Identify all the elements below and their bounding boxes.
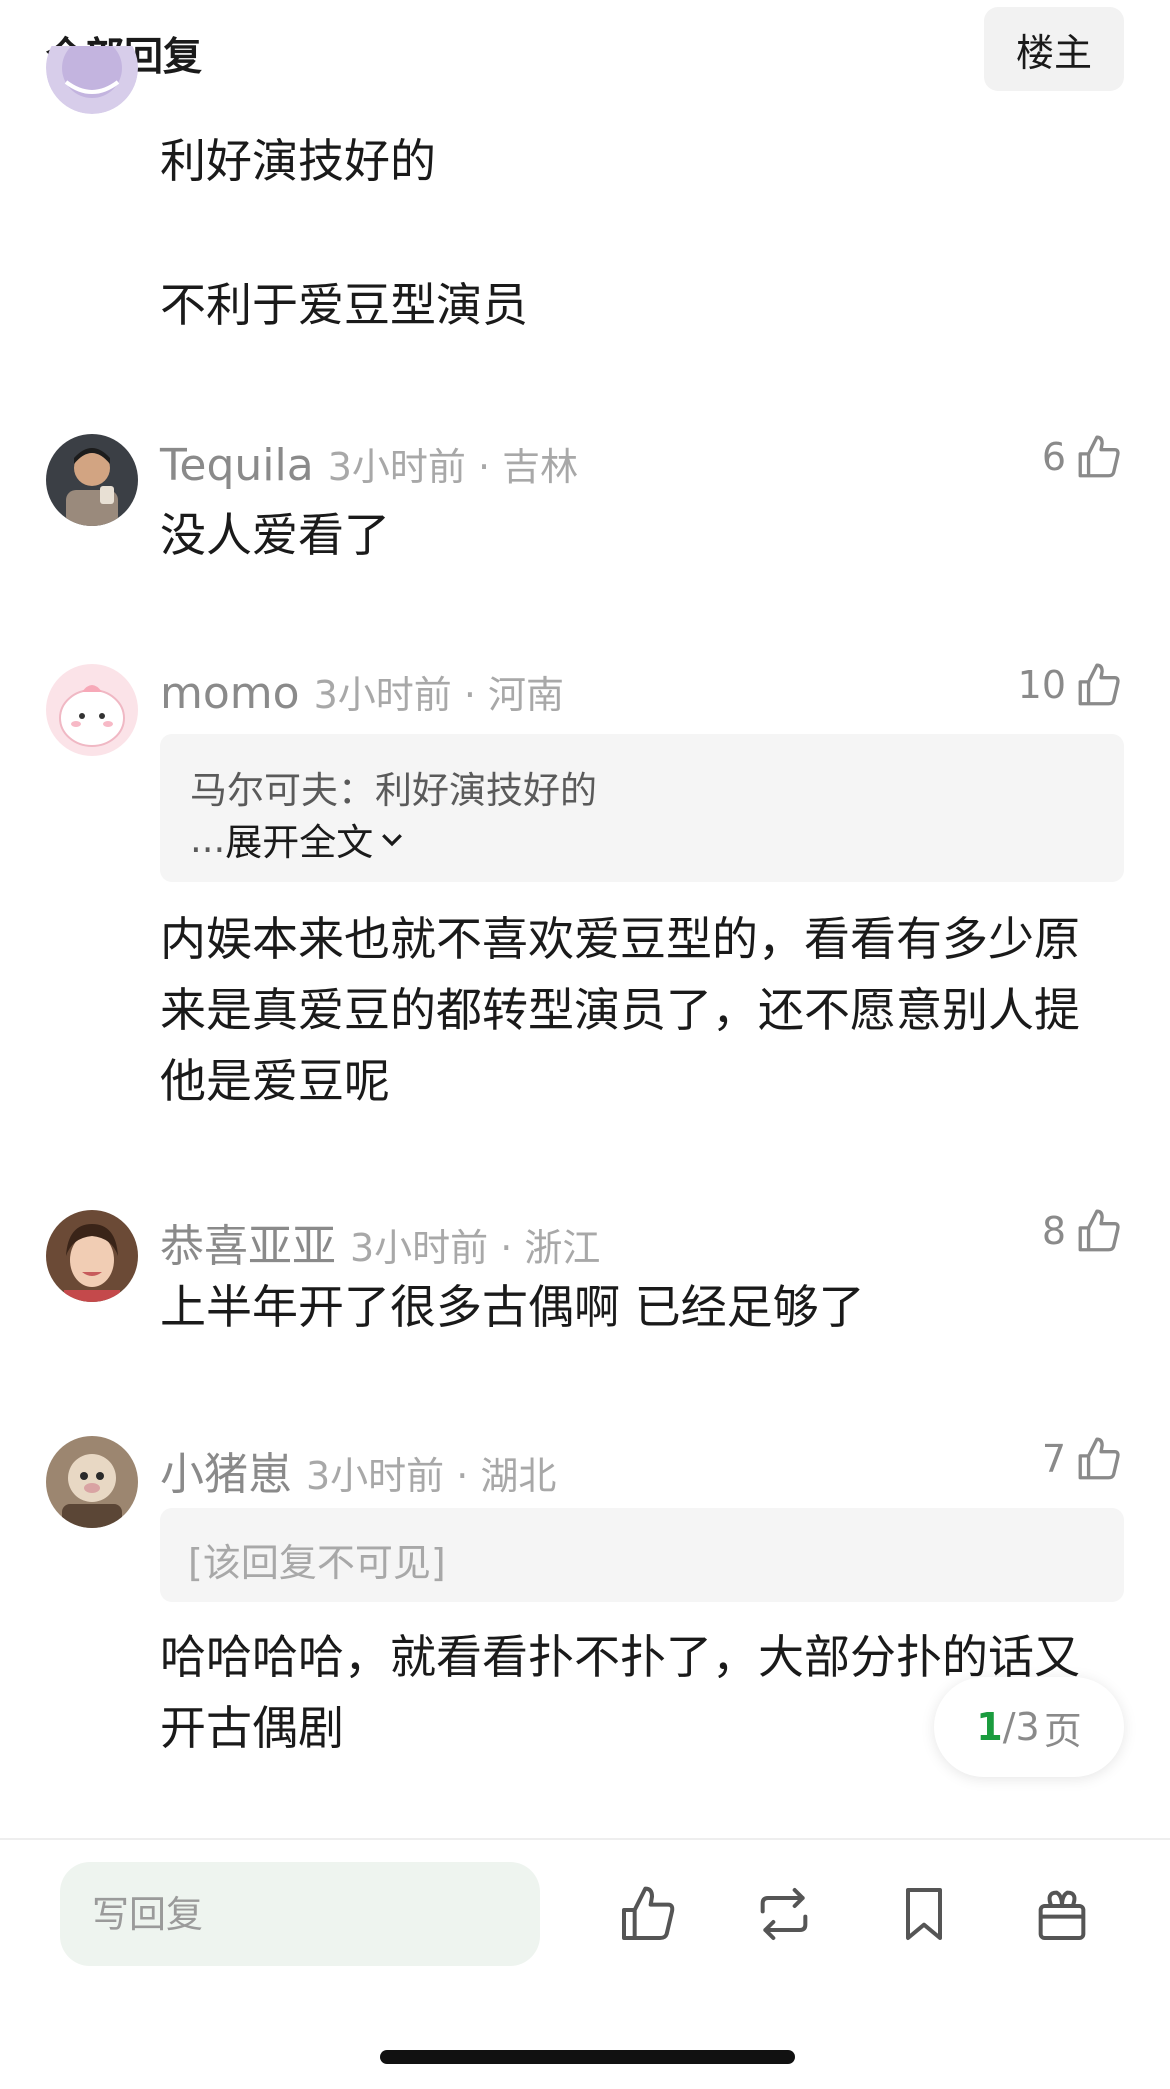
- comment-thread-page: 全部回复 楼主 利好演技好的 不利于爱豆型演员 Tequila 3小时前 · 吉…: [0, 0, 1170, 2089]
- home-indicator: [380, 2050, 795, 2064]
- like-count: 7: [1041, 1437, 1066, 1481]
- quote-text: 马尔可夫：利好演技好的: [190, 760, 597, 814]
- comment-user-line: momo 3小时前 · 河南: [160, 664, 564, 719]
- comment-user-line: Tequila 3小时前 · 吉林: [160, 436, 578, 491]
- avatar[interactable]: [46, 664, 138, 756]
- expand-full-text-link[interactable]: ... 展开全文: [190, 812, 407, 866]
- like-count: 6: [1041, 435, 1066, 479]
- comment-meta: 3小时前 · 湖北: [306, 1454, 557, 1498]
- hidden-reply-box: [该回复不可见]: [160, 1508, 1124, 1602]
- quote-content: 利好演技好的: [375, 769, 597, 812]
- thumbs-up-icon: [1078, 1209, 1120, 1252]
- avatar[interactable]: [46, 46, 138, 114]
- like-button[interactable]: 8: [1042, 1206, 1124, 1256]
- thumbs-up-icon: [1078, 663, 1120, 706]
- comment-user-line: 恭喜亚亚 3小时前 · 浙江: [160, 1210, 600, 1274]
- total-pages: /3: [1002, 1705, 1040, 1749]
- username[interactable]: 小猪崽: [160, 1438, 292, 1502]
- like-button[interactable]: 10: [1018, 660, 1124, 710]
- gift-icon: [1038, 1890, 1086, 1940]
- username[interactable]: 恭喜亚亚: [160, 1210, 336, 1274]
- comment-text: 利好演技好的: [160, 134, 436, 188]
- comment-meta: 3小时前 · 浙江: [350, 1226, 601, 1270]
- quoted-reply[interactable]: 马尔可夫：利好演技好的 ... 展开全文: [160, 734, 1124, 882]
- comment-user-line: 小猪崽 3小时前 · 湖北: [160, 1438, 556, 1502]
- username[interactable]: momo: [160, 668, 300, 719]
- username[interactable]: Tequila: [160, 440, 314, 491]
- like-count: 10: [1017, 663, 1066, 707]
- comment-text: 上半年开了很多古偶啊 已经足够了: [160, 1280, 865, 1334]
- page-unit: 页: [1043, 1708, 1082, 1753]
- avatar[interactable]: [46, 1210, 138, 1302]
- avatar[interactable]: [46, 1436, 138, 1528]
- page-indicator[interactable]: 1/3 页: [934, 1677, 1124, 1777]
- comment-text: 不利于爱豆型演员: [160, 278, 528, 332]
- like-button[interactable]: 7: [1042, 1434, 1124, 1484]
- repost-icon: [760, 1888, 808, 1940]
- comment-text: 内娱本来也就不喜欢爱豆型的，看看有多少原来是真爱豆的都转型演员了，还不愿意别人提…: [160, 912, 1080, 1108]
- reply-input[interactable]: [60, 1862, 540, 1966]
- current-page: 1: [976, 1705, 1003, 1749]
- quote-author: 马尔可夫：: [190, 769, 375, 812]
- like-count: 8: [1041, 1209, 1066, 1253]
- gift-button[interactable]: [1030, 1882, 1094, 1946]
- bookmark-icon: [906, 1888, 942, 1940]
- hidden-reply-text: [该回复不可见]: [188, 1541, 446, 1585]
- divider: [0, 1838, 1170, 1840]
- thumbs-up-icon: [1078, 1437, 1120, 1480]
- owner-only-button[interactable]: 楼主: [984, 7, 1124, 91]
- like-button[interactable]: 6: [1042, 432, 1124, 482]
- comment-meta: 3小时前 · 吉林: [327, 445, 579, 489]
- like-icon: [622, 1886, 675, 1940]
- comment-meta: 3小时前 · 河南: [313, 673, 564, 717]
- like-post-button[interactable]: [616, 1882, 680, 1946]
- avatar[interactable]: [46, 434, 138, 526]
- expand-label: 展开全文: [225, 821, 374, 864]
- comment-text: 没人爱看了: [160, 508, 390, 562]
- bookmark-button[interactable]: [892, 1882, 956, 1946]
- ellipsis: ...: [190, 817, 226, 861]
- thumbs-up-icon: [1078, 435, 1120, 478]
- header: 全部回复 楼主: [0, 0, 1170, 100]
- chevron-down-icon: [382, 834, 403, 847]
- repost-button[interactable]: [752, 1882, 816, 1946]
